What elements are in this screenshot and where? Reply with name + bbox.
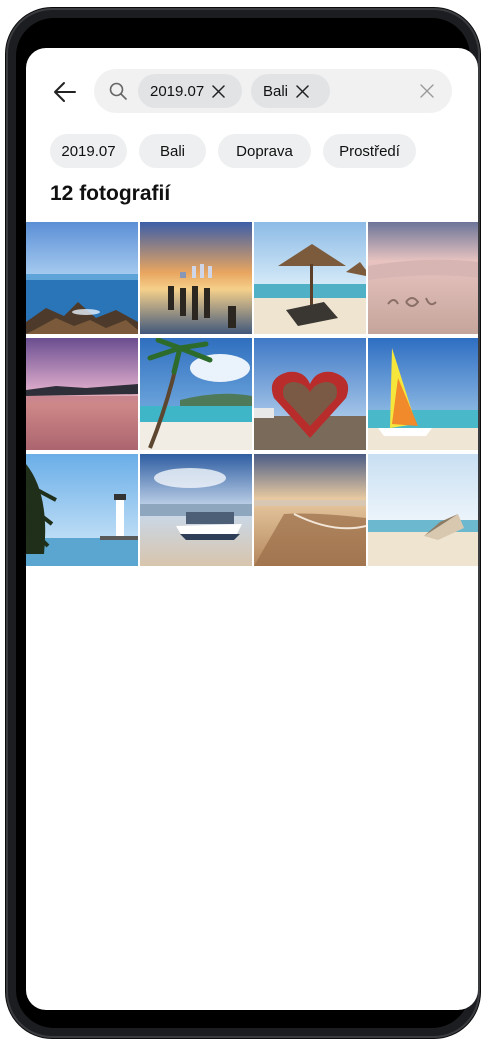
suggestion-chip-doprava[interactable]: Doprava: [218, 134, 311, 168]
search-chip-date[interactable]: 2019.07: [138, 74, 242, 108]
photo-grid: [26, 222, 478, 567]
photo-thumbnail-sailboat[interactable]: [368, 338, 478, 450]
clear-search-icon[interactable]: [420, 84, 434, 98]
search-bar[interactable]: 2019.07 Bali: [94, 69, 452, 113]
photo-thumbnail-sand-love[interactable]: [368, 222, 478, 334]
suggestion-chip-label: Doprava: [236, 142, 293, 160]
gallery-search-screen: 2019.07 Bali 2019.07 Bali Doprava Prostř…: [26, 48, 478, 1010]
photo-thumbnail-purple-sunset[interactable]: [26, 338, 138, 450]
search-chip-place-label: Bali: [263, 82, 289, 100]
photo-thumbnail-beach-umbrella[interactable]: [254, 222, 366, 334]
back-arrow-icon[interactable]: [52, 79, 78, 105]
remove-chip-icon[interactable]: [296, 84, 309, 98]
suggestion-chip-label: Bali: [159, 142, 185, 160]
result-count: 12 fotografií: [50, 182, 171, 205]
photo-thumbnail-pier-sunset[interactable]: [140, 222, 252, 334]
photo-thumbnail-golden-shore[interactable]: [254, 454, 366, 566]
suggestion-chip-bali[interactable]: Bali: [139, 134, 206, 168]
photo-thumbnail-beached-boat[interactable]: [368, 454, 478, 566]
suggestion-chip-label: Prostředí: [339, 142, 400, 160]
photo-thumbnail-boat-on-beach[interactable]: [140, 454, 252, 566]
photo-thumbnail-palm-beach[interactable]: [140, 338, 252, 450]
search-chip-place[interactable]: Bali: [251, 74, 330, 108]
photo-thumbnail-ocean-rocks[interactable]: [26, 222, 138, 334]
suggestion-chip-label: 2019.07: [61, 142, 116, 160]
suggestion-chip-date[interactable]: 2019.07: [50, 134, 127, 168]
photo-thumbnail-heart-sculpture[interactable]: [254, 338, 366, 450]
search-chip-date-label: 2019.07: [150, 82, 205, 100]
remove-chip-icon[interactable]: [212, 84, 225, 98]
search-icon: [109, 82, 127, 100]
suggestion-chip-prostredi[interactable]: Prostředí: [323, 134, 416, 168]
photo-thumbnail-lighthouse[interactable]: [26, 454, 138, 566]
